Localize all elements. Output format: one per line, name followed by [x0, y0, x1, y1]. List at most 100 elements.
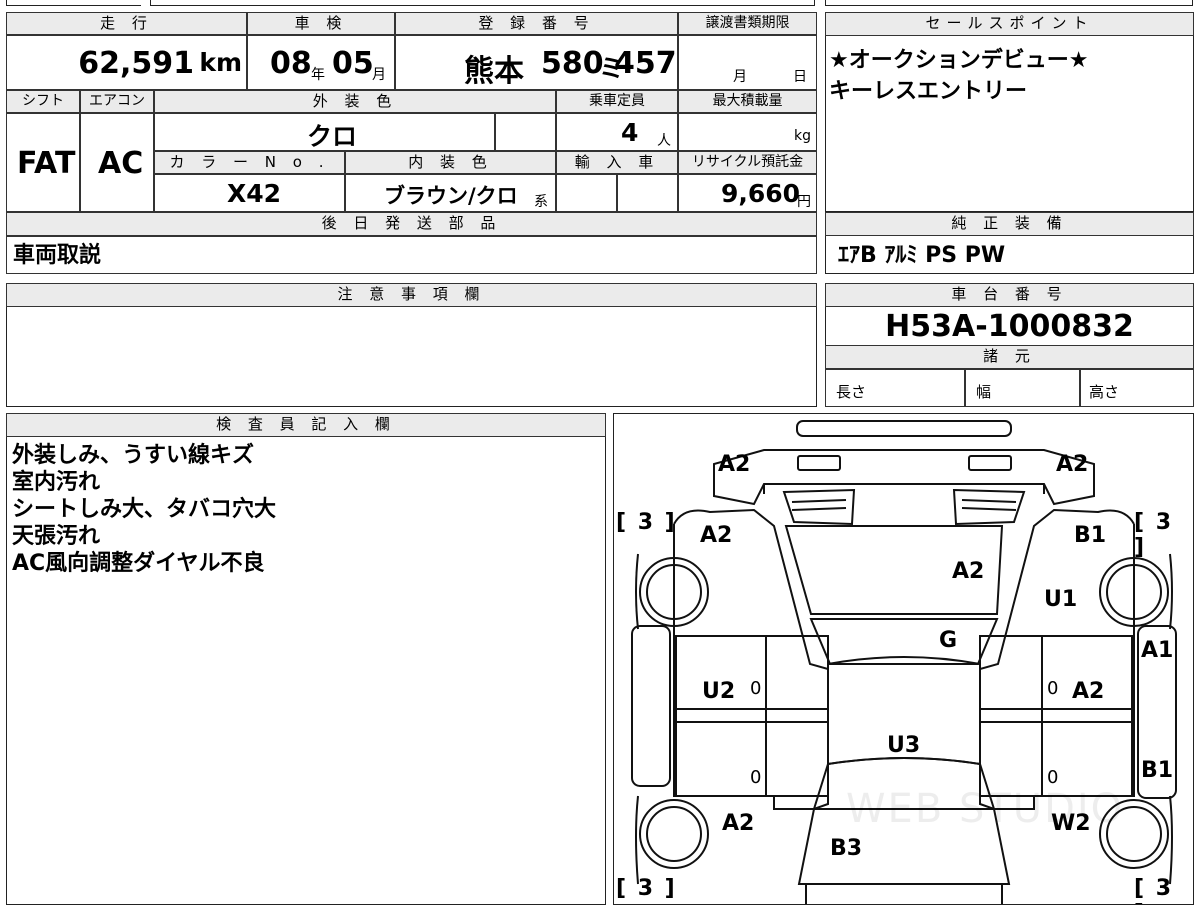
- damage-diagram: [ 3 ] [ 3 ] [ 3 ] [ 3 ] A2 A2 A2 B1 A2 U…: [613, 413, 1194, 905]
- chassis-label: 車 台 番 号: [825, 283, 1194, 307]
- tire-front-left: [ 3 ]: [616, 510, 677, 535]
- inspector-label: 検 査 員 記 入 欄: [6, 413, 606, 437]
- mark-right-rocker: A1: [1141, 638, 1174, 663]
- sales-point-line-1: ★オークションデビュー★: [829, 48, 1089, 73]
- mileage-cell: 62,591 km: [6, 35, 247, 90]
- interior-color-cell: ブラウン/クロ 系: [345, 174, 556, 212]
- registration-area: 熊本: [464, 54, 524, 89]
- transfer-month: 月: [733, 69, 747, 85]
- equipment-label: 純 正 装 備: [825, 212, 1194, 236]
- inspector-line: シートしみ大、タバコ穴大: [12, 497, 277, 522]
- inspector-line: AC風向調整ダイヤル不良: [12, 551, 265, 576]
- tire-rear-left: [ 3 ]: [616, 876, 677, 901]
- recycle-unit: 円: [797, 194, 811, 210]
- import-cell-b: [617, 174, 678, 212]
- aircon-cell: AC: [80, 113, 154, 212]
- max-load-unit: kg: [794, 128, 811, 144]
- exterior-color-label: 外 装 色: [154, 90, 556, 113]
- mark-windshield: G: [939, 628, 958, 653]
- mark-right-front-door: A2: [1072, 679, 1105, 704]
- sales-point-box: [825, 12, 1194, 212]
- mark-roof: U3: [887, 733, 921, 758]
- import-label: 輸 入 車: [556, 151, 678, 174]
- color-no-cell: X42: [154, 174, 345, 212]
- notes-label: 注 意 事 項 欄: [6, 283, 817, 307]
- shaken-cell: 08 年 05 月: [247, 35, 395, 90]
- mark-right-front-pillar: U1: [1044, 587, 1078, 612]
- tire-rear-right: [ 3 ]: [1134, 876, 1174, 904]
- shift-label: シフト: [6, 90, 80, 113]
- capacity-label: 乗車定員: [556, 90, 678, 113]
- registration-label: 登 録 番 号: [395, 12, 678, 35]
- zero-mark: 0: [750, 678, 762, 699]
- registration-cell: 熊本 580 ミ 4571: [395, 35, 678, 90]
- inspector-line: 外装しみ、うすい線キズ: [12, 443, 255, 468]
- registration-class: 580: [541, 46, 604, 81]
- aircon-value: AC: [98, 146, 144, 181]
- interior-color-suffix: 系: [534, 194, 548, 210]
- shift-value: FAT: [17, 146, 76, 181]
- exterior-color-extra-cell: [495, 113, 556, 151]
- max-load-label: 最大積載量: [678, 90, 817, 113]
- zero-mark: 0: [1047, 678, 1059, 699]
- mark-right-fender: B1: [1074, 523, 1107, 548]
- recycle-value: 9,660: [721, 179, 801, 208]
- mark-right-rear-door: B1: [1141, 758, 1174, 783]
- inspector-line: 天張汚れ: [12, 524, 101, 549]
- length-cell: 長さ: [825, 369, 965, 407]
- mark-left-fender: A2: [700, 523, 733, 548]
- width-label: 幅: [976, 383, 992, 401]
- top-strip: [0, 0, 1200, 10]
- exterior-color-cell: クロ: [154, 113, 495, 151]
- capacity-cell: 4 人: [556, 113, 678, 151]
- mark-left-quarter: A2: [722, 811, 755, 836]
- color-no-value: X42: [227, 179, 282, 208]
- shaken-month: 05: [332, 46, 374, 81]
- recycle-label: リサイクル預託金: [678, 151, 817, 174]
- later-parts-value: 車両取説: [13, 243, 102, 268]
- mark-rear: B3: [830, 836, 863, 861]
- equipment-value: ｴｱB ｱﾙﾐ PS PW: [838, 243, 1006, 268]
- transfer-deadline-label: 譲渡書類期限: [678, 12, 817, 35]
- capacity-unit: 人: [657, 133, 671, 149]
- height-label: 高さ: [1089, 383, 1120, 401]
- height-cell: 高さ: [1080, 369, 1194, 407]
- zero-mark: 0: [750, 767, 762, 788]
- width-cell: 幅: [965, 369, 1080, 407]
- recycle-cell: 9,660 円: [678, 174, 817, 212]
- exterior-color-value: クロ: [307, 122, 358, 151]
- transfer-day: 日: [793, 69, 807, 85]
- mark-front-left: A2: [718, 452, 751, 477]
- registration-number: 4571: [614, 46, 677, 81]
- month-unit: 月: [372, 67, 386, 83]
- specs-label: 諸 元: [825, 345, 1194, 369]
- transfer-deadline-cell: 月 日: [678, 35, 817, 90]
- chassis-number: H53A-1000832: [885, 309, 1134, 344]
- year-unit: 年: [311, 67, 325, 83]
- sales-point-line-2: キーレスエントリー: [829, 79, 1028, 104]
- sales-point-label: セールスポイント: [825, 12, 1194, 36]
- capacity-value: 4: [621, 118, 639, 147]
- mark-hood: A2: [952, 559, 985, 584]
- max-load-cell: kg: [678, 113, 817, 151]
- mark-front-right: A2: [1056, 452, 1089, 477]
- interior-color-label: 内 装 色: [345, 151, 556, 174]
- shift-cell: FAT: [6, 113, 80, 212]
- mark-left-front-door: U2: [702, 679, 736, 704]
- later-parts-label: 後 日 発 送 部 品: [6, 212, 817, 236]
- watermark: WEB STUDIO: [846, 786, 1125, 832]
- shaken-label: 車 検: [247, 12, 395, 35]
- color-no-label: カ ラ ー N o .: [154, 151, 345, 174]
- aircon-label: エアコン: [80, 90, 154, 113]
- shaken-year: 08: [270, 46, 312, 81]
- zero-mark: 0: [1047, 767, 1059, 788]
- mileage-unit: km: [199, 48, 242, 77]
- import-cell-a: [556, 174, 617, 212]
- inspector-notes: 外装しみ、うすい線キズ 室内汚れ シートしみ大、タバコ穴大 天張汚れ AC風向調…: [12, 442, 276, 577]
- tire-front-right: [ 3 ]: [1134, 510, 1174, 560]
- mileage-label: 走 行: [6, 12, 247, 35]
- mileage-value: 62,591: [78, 46, 194, 81]
- length-label: 長さ: [836, 383, 867, 401]
- inspector-line: 室内汚れ: [12, 470, 101, 495]
- later-parts-cell: 車両取説: [6, 236, 817, 274]
